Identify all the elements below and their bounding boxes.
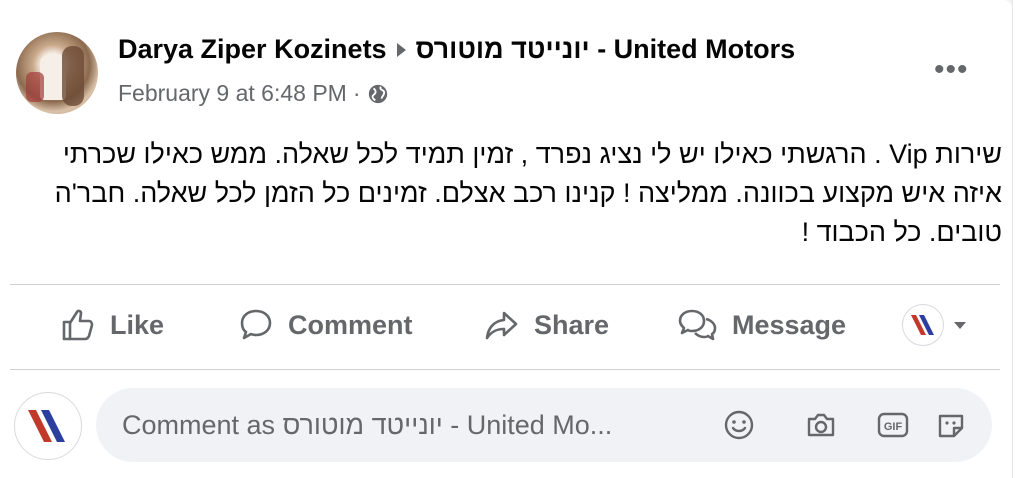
comment-placeholder: Comment as יונייטד מוטורס - United Mo... (122, 410, 613, 440)
page-logo (902, 304, 944, 346)
message-label: Message (732, 309, 847, 340)
post-timestamp[interactable]: February 9 at 6:48 PM (118, 80, 347, 107)
group-name[interactable]: יונייטד מוטורס - United Motors (416, 34, 796, 65)
post-text: שירות Vip . הרגשתי כאילו יש לי נציג נפרד… (54, 139, 1002, 247)
like-icon (62, 309, 94, 341)
message-button[interactable]: Message (676, 302, 846, 348)
author-name[interactable]: Darya Ziper Kozinets (118, 34, 387, 65)
post-header-title: Darya Ziper Kozinets יונייטד מוטורס - Un… (118, 34, 795, 65)
sticker-icon[interactable] (934, 408, 968, 442)
post-meta: February 9 at 6:48 PM · (118, 80, 389, 107)
arrow-right-icon (396, 42, 406, 57)
svg-text:GIF: GIF (884, 421, 903, 433)
emoji-icon[interactable] (722, 408, 756, 442)
comment-input[interactable]: Comment as יונייטד מוטורס - United Mo...… (96, 388, 992, 462)
divider (10, 369, 1000, 370)
page-selector[interactable] (902, 304, 966, 346)
share-icon (485, 311, 518, 340)
divider (10, 284, 1000, 285)
meta-separator: · (352, 80, 361, 106)
message-icon (678, 309, 717, 341)
comment-label: Comment (288, 309, 413, 340)
united-motors-logo-icon (911, 315, 934, 335)
share-button[interactable]: Share (482, 302, 609, 348)
globe-icon[interactable] (367, 83, 389, 105)
comment-icon (240, 309, 272, 340)
author-avatar[interactable] (16, 32, 98, 114)
more-options-button[interactable]: ••• (934, 55, 969, 85)
united-motors-logo-icon (28, 410, 65, 442)
camera-icon[interactable] (804, 408, 838, 442)
post-card: Darya Ziper Kozinets יונייטד מוטורס - Un… (0, 0, 1012, 478)
share-label: Share (534, 309, 610, 340)
commenter-avatar[interactable] (14, 392, 82, 460)
like-label: Like (110, 309, 165, 340)
like-button[interactable]: Like (58, 302, 164, 348)
comment-button[interactable]: Comment (236, 302, 413, 348)
gif-icon[interactable]: GIF (876, 408, 910, 442)
scrollbar[interactable] (1012, 0, 1024, 478)
chevron-down-icon[interactable] (954, 321, 966, 329)
